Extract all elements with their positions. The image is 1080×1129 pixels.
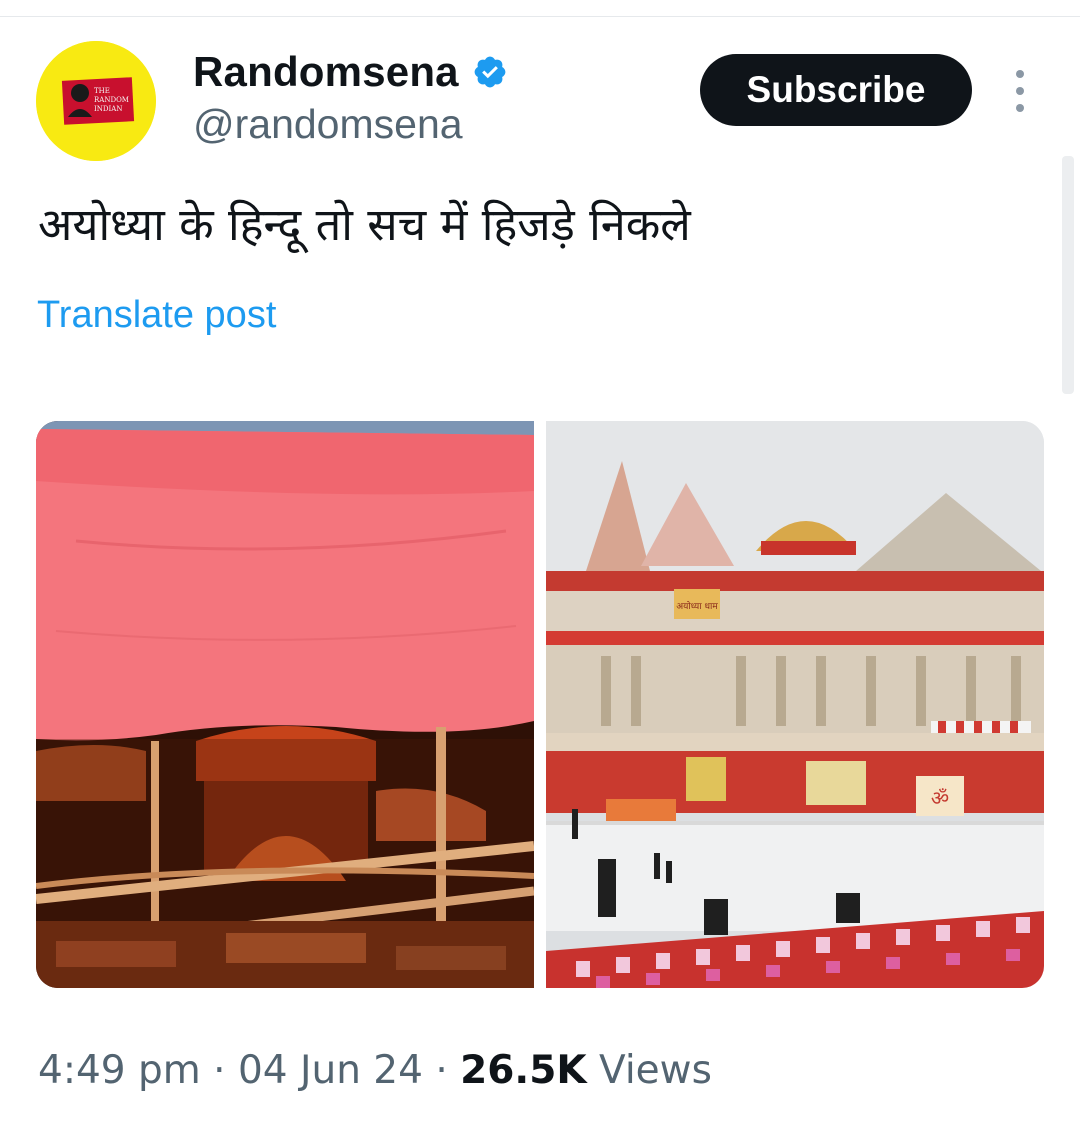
post-text: अयोध्या के हिन्दू तो सच में हिजड़े निकले bbox=[38, 198, 691, 251]
scrollbar[interactable] bbox=[1062, 156, 1074, 394]
avatar-text-line: THE bbox=[94, 87, 110, 95]
translate-post-link[interactable]: Translate post bbox=[37, 294, 276, 337]
author-name-row: Randomsena bbox=[193, 46, 508, 98]
post-media-grid: अयोध्या धाम ॐ bbox=[36, 421, 1044, 988]
avatar-logo-icon: THE RANDOM INDIAN bbox=[36, 41, 156, 161]
meta-separator: · bbox=[213, 1048, 226, 1093]
meta-separator: · bbox=[435, 1048, 448, 1093]
top-divider bbox=[0, 16, 1080, 17]
temple-sign-text: अयोध्या धाम bbox=[676, 600, 718, 612]
om-symbol-text: ॐ bbox=[931, 786, 949, 810]
avatar[interactable]: THE RANDOM INDIAN bbox=[36, 41, 156, 161]
subscribe-button[interactable]: Subscribe bbox=[700, 54, 972, 126]
author-display-name[interactable]: Randomsena bbox=[193, 48, 459, 96]
temple-photo: अयोध्या धाम ॐ bbox=[546, 421, 1044, 988]
views-label: Views bbox=[599, 1048, 712, 1093]
avatar-text-line: INDIAN bbox=[94, 105, 122, 113]
author-handle[interactable]: @randomsena bbox=[193, 101, 463, 148]
post-date[interactable]: 04 Jun 24 bbox=[238, 1048, 423, 1093]
more-vertical-icon[interactable] bbox=[1008, 70, 1032, 112]
tent-shrine-photo bbox=[36, 421, 534, 988]
post-image-tent-shrine[interactable] bbox=[36, 421, 534, 988]
post-image-temple[interactable]: अयोध्या धाम ॐ bbox=[546, 421, 1044, 988]
verified-badge-icon[interactable] bbox=[472, 54, 508, 90]
views-count[interactable]: 26.5K bbox=[460, 1048, 586, 1093]
post-meta: 4:49 pm · 04 Jun 24 · 26.5K Views bbox=[38, 1048, 712, 1093]
post-time[interactable]: 4:49 pm bbox=[38, 1048, 201, 1093]
avatar-text-line: RANDOM bbox=[94, 96, 129, 104]
